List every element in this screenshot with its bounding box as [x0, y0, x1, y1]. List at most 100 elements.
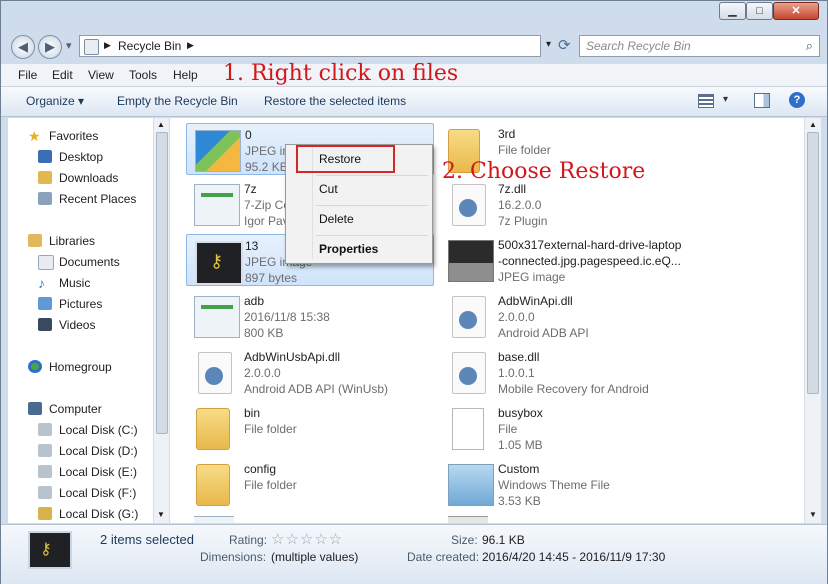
view-options-icon[interactable]	[698, 94, 714, 108]
nav-local-disk-g[interactable]: Local Disk (G:)	[38, 504, 138, 523]
file-item-partial[interactable]	[448, 516, 488, 523]
nav-local-disk-e[interactable]: Local Disk (E:)	[38, 462, 137, 482]
rating-stars[interactable]: ☆☆☆☆☆	[271, 530, 343, 548]
file-item-custom[interactable]: Custom Windows Theme File 3.53 KB	[440, 458, 688, 510]
nav-favorites[interactable]: ★ Favorites	[28, 126, 98, 146]
nav-local-disk-f[interactable]: Local Disk (F:)	[38, 483, 136, 503]
file-item-config[interactable]: config File folder	[186, 458, 434, 510]
file-name: adb	[244, 294, 265, 308]
maximize-button[interactable]: □	[746, 2, 773, 20]
menu-tools[interactable]: Tools	[129, 68, 157, 82]
close-button[interactable]: ✕	[773, 2, 819, 20]
file-item-busybox[interactable]: busybox File 1.05 MB	[440, 402, 688, 454]
nav-desktop[interactable]: Desktop	[38, 147, 103, 167]
organize-button[interactable]: Organize ▾	[26, 94, 84, 108]
selection-thumbnail: ⚷	[28, 531, 72, 569]
file-description: Android ADB API	[498, 326, 589, 340]
nav-documents-label: Documents	[59, 255, 120, 269]
scroll-down-icon[interactable]: ▼	[157, 510, 165, 519]
file-item-adbwinapi-dll[interactable]: AdbWinApi.dll 2.0.0.0 Android ADB API	[440, 290, 688, 342]
search-placeholder: Search Recycle Bin	[586, 39, 691, 53]
file-item-base-dll[interactable]: base.dll 1.0.0.1 Mobile Recovery for And…	[440, 346, 688, 398]
breadcrumb-recycle-bin[interactable]: Recycle Bin	[118, 39, 181, 53]
nav-recent-places[interactable]: Recent Places	[38, 189, 136, 209]
file-name: busybox	[498, 406, 543, 420]
context-delete[interactable]: Delete	[319, 212, 354, 226]
forward-button[interactable]: ▶	[38, 35, 62, 59]
dll-gear-icon	[452, 296, 486, 338]
nav-computer-label: Computer	[49, 402, 102, 416]
command-toolbar: Organize ▾ Empty the Recycle Bin Restore…	[1, 87, 827, 117]
menu-help[interactable]: Help	[173, 68, 198, 82]
address-dropdown-icon[interactable]: ▾	[546, 39, 551, 50]
documents-icon	[38, 255, 54, 270]
file-type: File folder	[498, 143, 551, 157]
nav-local-disk-d[interactable]: Local Disk (D:)	[38, 441, 138, 461]
preview-pane-icon[interactable]	[754, 93, 770, 108]
file-item-adb[interactable]: adb 2016/11/8 15:38 800 KB	[186, 290, 434, 342]
file-size: 3.53 KB	[498, 494, 541, 508]
nav-homegroup[interactable]: Homegroup	[28, 357, 112, 377]
context-separator	[316, 205, 428, 206]
context-separator	[316, 235, 428, 236]
nav-desktop-label: Desktop	[59, 150, 104, 164]
nav-downloads[interactable]: Downloads	[38, 168, 118, 188]
nav-local-disk-c[interactable]: Local Disk (C:)	[38, 420, 138, 440]
dll-gear-icon	[198, 352, 232, 394]
nav-computer[interactable]: Computer	[28, 399, 102, 419]
nav-music[interactable]: ♪ Music	[38, 273, 90, 293]
annotation-step-1: 1. Right click on files	[223, 61, 459, 86]
navigation-scrollbar[interactable]: ▲ ▼	[153, 118, 169, 523]
content-scrollbar[interactable]: ▲ ▼	[804, 118, 821, 523]
view-dropdown-icon[interactable]: ▾	[723, 94, 728, 105]
file-date: 2016/11/8 15:38	[244, 310, 330, 324]
back-button[interactable]: ◀	[11, 35, 35, 59]
file-item-partial[interactable]	[194, 516, 234, 523]
file-name: config	[244, 462, 277, 476]
menu-view[interactable]: View	[88, 68, 114, 82]
scroll-thumb[interactable]	[156, 132, 168, 434]
nav-favorites-label: Favorites	[49, 129, 99, 143]
file-description: Android ADB API (WinUsb)	[244, 382, 389, 396]
dimensions-label: Dimensions:	[200, 550, 267, 564]
file-item-bin[interactable]: bin File folder	[186, 402, 434, 454]
context-properties[interactable]: Properties	[319, 242, 378, 256]
scroll-thumb[interactable]	[807, 132, 819, 394]
nav-local-disk-g-label: Local Disk (G:)	[59, 507, 139, 521]
nav-pictures[interactable]: Pictures	[38, 294, 102, 314]
file-name: Custom	[498, 462, 540, 476]
file-version: 2.0.0.0	[498, 310, 535, 324]
context-cut[interactable]: Cut	[319, 182, 338, 196]
key-image-icon: ⚷	[195, 241, 243, 285]
breadcrumb-arrow-icon: ▶	[104, 40, 111, 50]
file-type: File	[498, 422, 518, 436]
search-icon[interactable]: ⌕	[806, 38, 813, 54]
scroll-up-icon[interactable]: ▲	[157, 120, 165, 129]
context-separator	[316, 175, 428, 176]
file-name: 7z	[244, 182, 257, 196]
menu-edit[interactable]: Edit	[52, 68, 73, 82]
nav-libraries[interactable]: Libraries	[28, 231, 95, 251]
minimize-button[interactable]: ▁	[719, 2, 746, 20]
restore-selected-button[interactable]: Restore the selected items	[264, 94, 406, 108]
nav-local-disk-d-label: Local Disk (D:)	[59, 444, 138, 458]
locked-drive-icon	[38, 507, 52, 520]
nav-videos-label: Videos	[59, 318, 96, 332]
selection-count: 2 items selected	[100, 532, 194, 547]
scroll-up-icon[interactable]: ▲	[809, 120, 817, 129]
file-item-7z-dll[interactable]: 7z.dll 16.2.0.0 7z Plugin	[440, 178, 688, 230]
recent-pages-dropdown-icon[interactable]: ▾	[66, 39, 72, 52]
empty-recycle-bin-button[interactable]: Empty the Recycle Bin	[117, 94, 238, 108]
file-name: bin	[244, 406, 261, 420]
help-icon[interactable]: ?	[789, 92, 805, 108]
computer-icon	[28, 402, 42, 415]
file-item-adbwinusbapi-dll[interactable]: AdbWinUsbApi.dll 2.0.0.0 Android ADB API…	[186, 346, 434, 398]
search-input[interactable]: Search Recycle Bin ⌕	[579, 35, 820, 57]
nav-documents[interactable]: Documents	[38, 252, 120, 272]
file-item-external-hard-drive[interactable]: 500x317external-hard-drive-laptop -conne…	[440, 234, 688, 286]
address-bar[interactable]: ▶ Recycle Bin ▶	[79, 35, 541, 57]
nav-videos[interactable]: Videos	[38, 315, 95, 335]
scroll-down-icon[interactable]: ▼	[809, 510, 817, 519]
refresh-icon[interactable]: ⟳	[558, 36, 571, 54]
menu-file[interactable]: File	[18, 68, 37, 82]
